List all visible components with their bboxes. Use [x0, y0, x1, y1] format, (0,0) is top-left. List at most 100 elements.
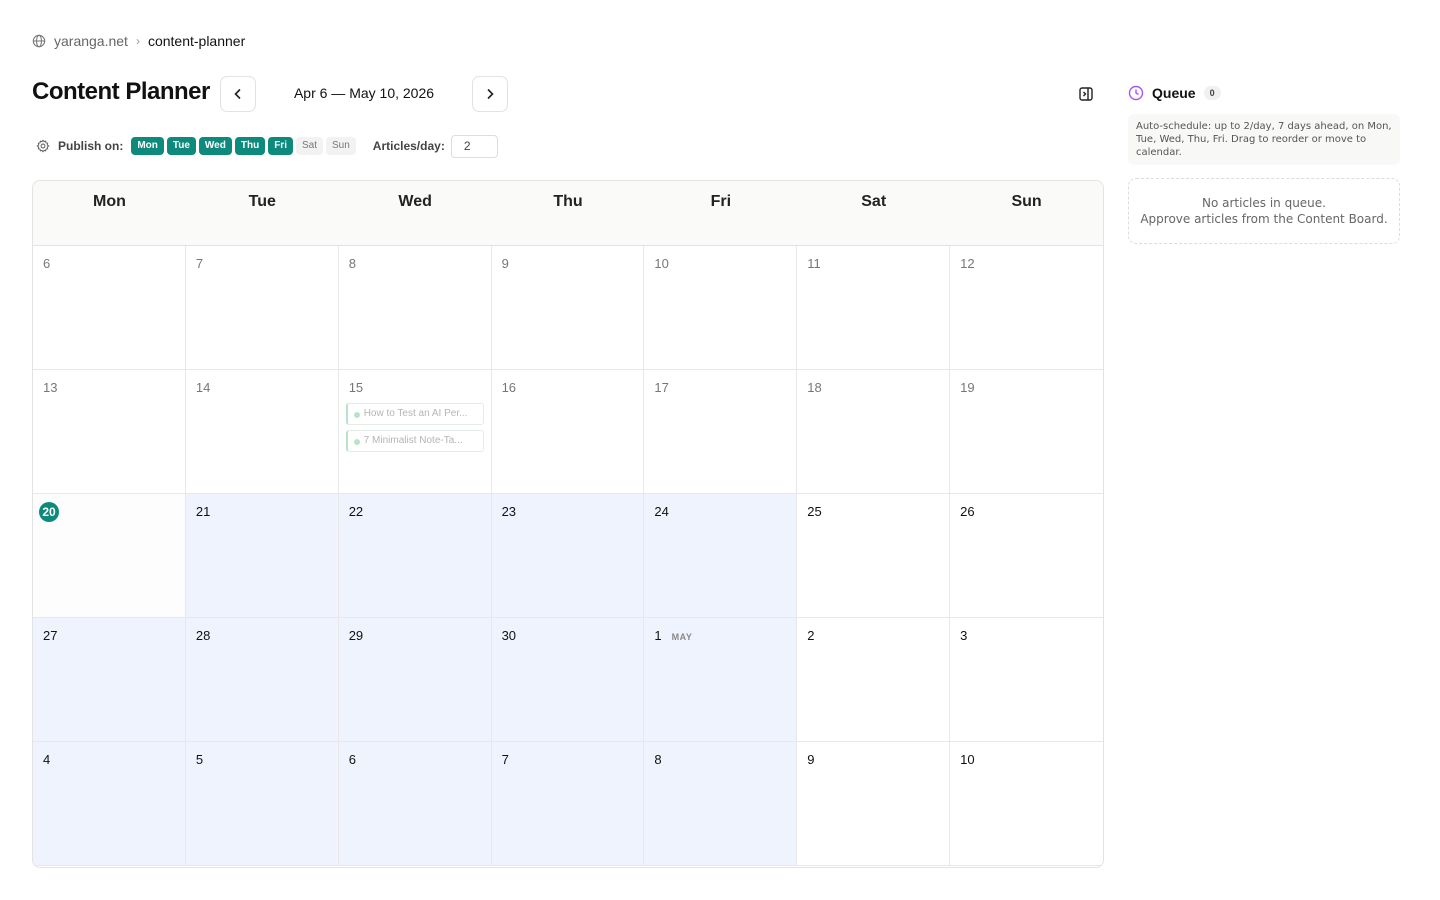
day-number: 19	[960, 380, 975, 395]
publish-day-toggle-wed[interactable]: Wed	[198, 137, 232, 155]
calendar-day-cell[interactable]: 24	[644, 494, 798, 618]
chevron-left-icon	[234, 88, 241, 100]
previous-period-button[interactable]	[220, 76, 256, 112]
status-dot-icon	[353, 439, 360, 445]
queue-header: Queue 0	[1128, 85, 1221, 101]
publish-day-toggle-thu[interactable]: Thu	[234, 137, 266, 155]
breadcrumb-site-link[interactable]: yaranga.net	[54, 33, 128, 49]
weekday-label: Sun	[1011, 193, 1042, 210]
article-title: 7 Minimalist Note-Ta...	[363, 435, 463, 446]
day-number: 17	[654, 380, 669, 395]
calendar-day-cell[interactable]: 8	[644, 742, 798, 866]
day-number: 20	[39, 502, 59, 522]
publish-day-toggle-fri[interactable]: Fri	[268, 137, 293, 155]
globe-icon	[32, 34, 46, 48]
calendar-day-cell[interactable]: 6	[33, 246, 186, 370]
scheduled-article[interactable]: 7 Minimalist Note-Ta...	[345, 430, 484, 452]
day-number: 28	[195, 628, 211, 643]
breadcrumb: yaranga.net › content-planner	[32, 33, 245, 49]
calendar-day-cell[interactable]: 26	[950, 494, 1103, 618]
day-number: 4	[43, 752, 51, 767]
calendar-day-cell[interactable]: 17	[644, 370, 798, 494]
toggle-queue-panel-button[interactable]	[1075, 83, 1097, 105]
day-number: 21	[195, 504, 211, 519]
articles-per-day-input[interactable]	[450, 134, 498, 158]
publish-day-toggle-mon[interactable]: Mon	[131, 137, 164, 155]
weekday-header: Mon Tue Wed Thu Fri Sat Sun	[33, 181, 1103, 246]
month-label: MAY	[671, 632, 693, 642]
publish-day-toggle-tue[interactable]: Tue	[166, 137, 196, 155]
calendar-day-cell[interactable]: 11	[797, 246, 951, 370]
day-number: 23	[501, 504, 517, 519]
calendar-day-cell[interactable]: 15 How to Test an AI Per... 7 Minimalist N…	[338, 370, 492, 494]
day-number: 16	[501, 380, 517, 395]
day-number: 3	[960, 628, 968, 643]
calendar-day-cell[interactable]: 7	[185, 246, 339, 370]
weekday-label: Fri	[710, 193, 732, 210]
day-number: 5	[195, 752, 204, 767]
calendar-day-cell[interactable]: 21	[185, 494, 339, 618]
weekday-label: Mon	[92, 193, 126, 210]
day-number: 2	[807, 628, 815, 643]
day-number: 10	[654, 256, 669, 271]
day-number: 1	[654, 628, 662, 643]
calendar-day-cell[interactable]: 10	[950, 742, 1103, 866]
calendar-grid: Mon Tue Wed Thu Fri Sat Sun 6 7 8 9 10 11 12 13 14 15 Ho…	[32, 180, 1104, 868]
day-number: 11	[807, 256, 821, 271]
calendar-day-cell[interactable]: 9	[797, 742, 951, 866]
publish-day-toggle-sun[interactable]: Sun	[325, 137, 356, 155]
calendar-day-cell[interactable]: 22	[338, 494, 492, 618]
day-number: 9	[501, 256, 509, 271]
publish-on-label: Publish on:	[58, 139, 124, 153]
publish-day-toggle-sat[interactable]: Sat	[295, 137, 323, 155]
day-number: 7	[501, 752, 509, 767]
calendar-day-cell[interactable]: 29	[338, 618, 492, 742]
sidebar-toggle-icon	[1079, 87, 1093, 101]
calendar-day-cell-today[interactable]: 20	[33, 494, 186, 618]
calendar-day-cell[interactable]: 27	[33, 618, 186, 742]
day-number: 8	[654, 752, 662, 767]
calendar-day-cell[interactable]: 16	[491, 370, 645, 494]
calendar-day-cell[interactable]: 10	[644, 246, 798, 370]
page-title: Content Planner	[32, 78, 210, 105]
articles-per-day-label: Articles/day:	[372, 139, 445, 153]
publish-settings: Publish on: Mon Tue Wed Thu Fri Sat Sun Articl…	[36, 134, 498, 158]
day-number: 30	[501, 628, 517, 643]
calendar-day-cell[interactable]: 3	[950, 618, 1103, 742]
day-number: 24	[654, 504, 669, 519]
day-number: 10	[960, 752, 975, 767]
calendar-day-cell[interactable]: 23	[491, 494, 645, 618]
day-number: 14	[195, 380, 211, 395]
breadcrumb-current-page: content-planner	[147, 33, 246, 49]
calendar-day-cell[interactable]: 13	[33, 370, 186, 494]
calendar-day-cell[interactable]: 6	[338, 742, 492, 866]
calendar-day-cell[interactable]: 18	[797, 370, 951, 494]
calendar-day-cell[interactable]: 1 MAY	[644, 618, 798, 742]
day-number: 9	[807, 752, 815, 767]
article-title: How to Test an AI Per...	[363, 408, 468, 419]
day-number: 8	[348, 256, 356, 271]
calendar-day-cell[interactable]: 30	[491, 618, 645, 742]
calendar-day-cell[interactable]: 2	[797, 618, 951, 742]
calendar-day-cell[interactable]: 14	[185, 370, 339, 494]
calendar-day-cell[interactable]: 19	[950, 370, 1103, 494]
calendar-day-cell[interactable]: 8	[338, 246, 492, 370]
queue-title: Queue	[1152, 85, 1196, 101]
calendar-day-cell[interactable]: 5	[185, 742, 339, 866]
day-number: 13	[43, 380, 58, 395]
publish-day-toggles: Mon Tue Wed Thu Fri Sat Sun	[131, 137, 358, 155]
calendar-day-cell[interactable]: 25	[797, 494, 951, 618]
scheduled-article[interactable]: How to Test an AI Per...	[345, 403, 484, 425]
day-number: 18	[807, 380, 822, 395]
date-range-label: Apr 6 — May 10, 2026	[293, 85, 435, 101]
calendar-day-cell[interactable]: 28	[185, 618, 339, 742]
queue-empty-title: No articles in queue.	[1201, 196, 1326, 210]
next-period-button[interactable]	[472, 76, 508, 112]
calendar-day-cell[interactable]: 4	[33, 742, 186, 866]
chevron-right-icon	[487, 88, 494, 100]
queue-count-badge: 0	[1203, 86, 1221, 100]
calendar-day-cell[interactable]: 7	[491, 742, 645, 866]
calendar-day-cell[interactable]: 9	[491, 246, 645, 370]
gear-icon	[36, 139, 50, 153]
calendar-day-cell[interactable]: 12	[950, 246, 1103, 370]
